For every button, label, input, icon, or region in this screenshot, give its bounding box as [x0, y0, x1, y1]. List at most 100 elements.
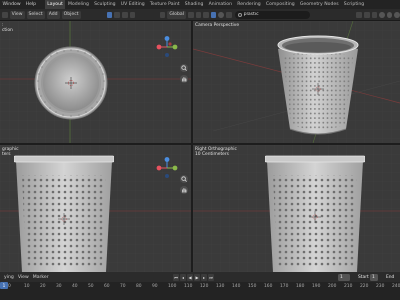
- ruler-tick-label: 210: [344, 284, 353, 289]
- workspace-tab-layout[interactable]: Layout: [44, 0, 66, 9]
- viewport-label: graphic ters: [2, 147, 19, 158]
- proportional-edit-icon[interactable]: [203, 11, 209, 18]
- workspace-tab-sculpting[interactable]: Sculpting: [92, 0, 119, 9]
- playhead[interactable]: 1: [0, 282, 8, 289]
- zoom-icon[interactable]: [180, 175, 188, 183]
- ruler-tick-label: 80: [136, 284, 142, 289]
- zoom-icon[interactable]: [180, 64, 188, 72]
- basket-top-view[interactable]: [33, 45, 109, 121]
- hand-icon[interactable]: [180, 75, 188, 83]
- viewport-label: : ction: [2, 23, 13, 34]
- workspace-tab-modeling[interactable]: Modeling: [65, 0, 91, 9]
- overlay-toggle-icon[interactable]: [364, 11, 370, 18]
- viewport-top-left[interactable]: : ction: [0, 21, 191, 143]
- ruler-tick-label: 110: [184, 284, 193, 289]
- ruler-tick-label: 220: [360, 284, 369, 289]
- snap-icon[interactable]: [195, 11, 202, 18]
- select-subtract-icon[interactable]: [122, 11, 128, 18]
- add-menu[interactable]: Add: [46, 10, 60, 19]
- shading-rendered-icon[interactable]: [394, 11, 400, 18]
- viewport-top-right[interactable]: Camera Perspective: [193, 21, 400, 143]
- xray-icon[interactable]: [371, 11, 378, 18]
- gizmo-toggle-icon[interactable]: [356, 11, 363, 18]
- ruler-tick-label: 40: [72, 284, 78, 289]
- ruler-tick-label: 30: [56, 284, 62, 289]
- orientation-icon: [159, 11, 166, 18]
- workspace-tab-uv-editing[interactable]: UV Editing: [118, 0, 147, 9]
- workspace-tab-rendering[interactable]: Rendering: [235, 0, 264, 9]
- workspace-tab-scripting[interactable]: Scripting: [341, 0, 367, 9]
- ruler-tick-label: 70: [120, 284, 126, 289]
- viewport-label: Right Orthographic 10 Centimeters: [195, 147, 237, 158]
- workspace-tab-texture-paint[interactable]: Texture Paint: [147, 0, 182, 9]
- search-field[interactable]: [234, 10, 310, 19]
- current-frame-field[interactable]: 1: [338, 273, 350, 281]
- workspace-tab-compositing[interactable]: Compositing: [263, 0, 297, 9]
- start-frame-field[interactable]: 1: [370, 273, 378, 281]
- jump-start-icon[interactable]: ⏮: [173, 273, 179, 281]
- next-keyframe-icon[interactable]: ▸: [201, 273, 207, 281]
- shading-material-icon[interactable]: [386, 11, 393, 18]
- menu-help[interactable]: Help: [23, 2, 38, 7]
- viewport-label-line-1: Camera Perspective: [195, 23, 240, 28]
- shading-solid-icon[interactable]: [379, 11, 385, 18]
- start-frame-label: Start: [358, 274, 369, 280]
- ruler-tick-label: 100: [168, 284, 177, 289]
- eye-icon[interactable]: [218, 11, 225, 18]
- viewport-label-line-2: 10 Centimeters: [195, 152, 229, 158]
- ruler-tick-label: 200: [328, 284, 337, 289]
- navigation-gizmo[interactable]: [156, 36, 178, 58]
- view-menu[interactable]: View: [9, 10, 25, 19]
- select-box-icon[interactable]: [106, 11, 113, 18]
- ruler-tick-label: 180: [296, 284, 305, 289]
- transform-orientation-dropdown[interactable]: Global: [167, 10, 186, 19]
- viewport-bottom-right[interactable]: Right Orthographic 10 Centimeters: [193, 145, 400, 272]
- ruler-tick-label: 50: [88, 284, 94, 289]
- end-frame-label: End: [386, 274, 395, 280]
- viewport-bottom-left[interactable]: graphic ters: [0, 145, 191, 272]
- ruler-tick-label: 0: [8, 284, 11, 289]
- viewport-label: Camera Perspective: [195, 23, 239, 28]
- timeline-menu-view[interactable]: View: [18, 275, 29, 280]
- ruler-tick-label: 60: [104, 284, 110, 289]
- workspace-tab-geometry-nodes[interactable]: Geometry Nodes: [297, 0, 341, 9]
- pivot-icon[interactable]: [187, 11, 194, 18]
- playback-controls: ⏮ ◂ ◀ ▶ ▸ ⏭: [173, 273, 215, 281]
- basket-front-view[interactable]: [14, 153, 114, 272]
- search-input[interactable]: [243, 11, 308, 18]
- filter-icon[interactable]: [210, 11, 217, 18]
- prev-keyframe-icon[interactable]: ◂: [180, 273, 186, 281]
- navigation-gizmo[interactable]: [156, 157, 178, 179]
- viewport-label-line-2: ters: [2, 152, 11, 158]
- select-extend-icon[interactable]: [114, 11, 121, 18]
- object-menu[interactable]: Object: [61, 10, 81, 19]
- play-icon[interactable]: ▶: [194, 273, 200, 281]
- ruler-tick-label: 140: [232, 284, 241, 289]
- menu-window[interactable]: Window: [0, 2, 23, 7]
- ruler-tick-label: 170: [280, 284, 289, 289]
- hand-icon[interactable]: [180, 186, 188, 194]
- ruler-tick-label: 130: [216, 284, 225, 289]
- editor-type-icon[interactable]: [2, 11, 8, 18]
- ruler-tick-label: 10: [24, 284, 30, 289]
- ruler-tick-label: 20: [40, 284, 46, 289]
- ruler-tick-label: 150: [248, 284, 257, 289]
- ruler-tick-label: 240: [392, 284, 400, 289]
- workspace-tab-shading[interactable]: Shading: [182, 0, 206, 9]
- timeline-ruler[interactable]: 1 0 10 20 30 40 50 60 70 80 90 100 110 120 130 140 150 1…: [0, 282, 400, 300]
- jump-end-icon[interactable]: ⏭: [208, 273, 214, 281]
- ruler-tick-label: 190: [312, 284, 321, 289]
- play-reverse-icon[interactable]: ◀: [187, 273, 193, 281]
- ruler-tick-label: 90: [152, 284, 158, 289]
- ruler-tick-label: 120: [200, 284, 209, 289]
- basket-side-view[interactable]: [265, 153, 365, 272]
- select-menu[interactable]: Select: [26, 10, 45, 19]
- timeline-menu-playback[interactable]: ying: [4, 275, 14, 280]
- view-camera-icon[interactable]: [226, 11, 232, 18]
- top-menu-bar: Window Help Layout Modeling Sculpting UV…: [0, 0, 400, 9]
- workspace-tab-animation[interactable]: Animation: [206, 0, 235, 9]
- timeline-menu-marker[interactable]: Marker: [33, 275, 49, 280]
- select-invert-icon[interactable]: [129, 11, 136, 18]
- timeline-header: ying View Marker ⏮ ◂ ◀ ▶ ▸ ⏭ 1 Start 1 E…: [0, 272, 400, 282]
- basket-perspective[interactable]: [275, 33, 361, 141]
